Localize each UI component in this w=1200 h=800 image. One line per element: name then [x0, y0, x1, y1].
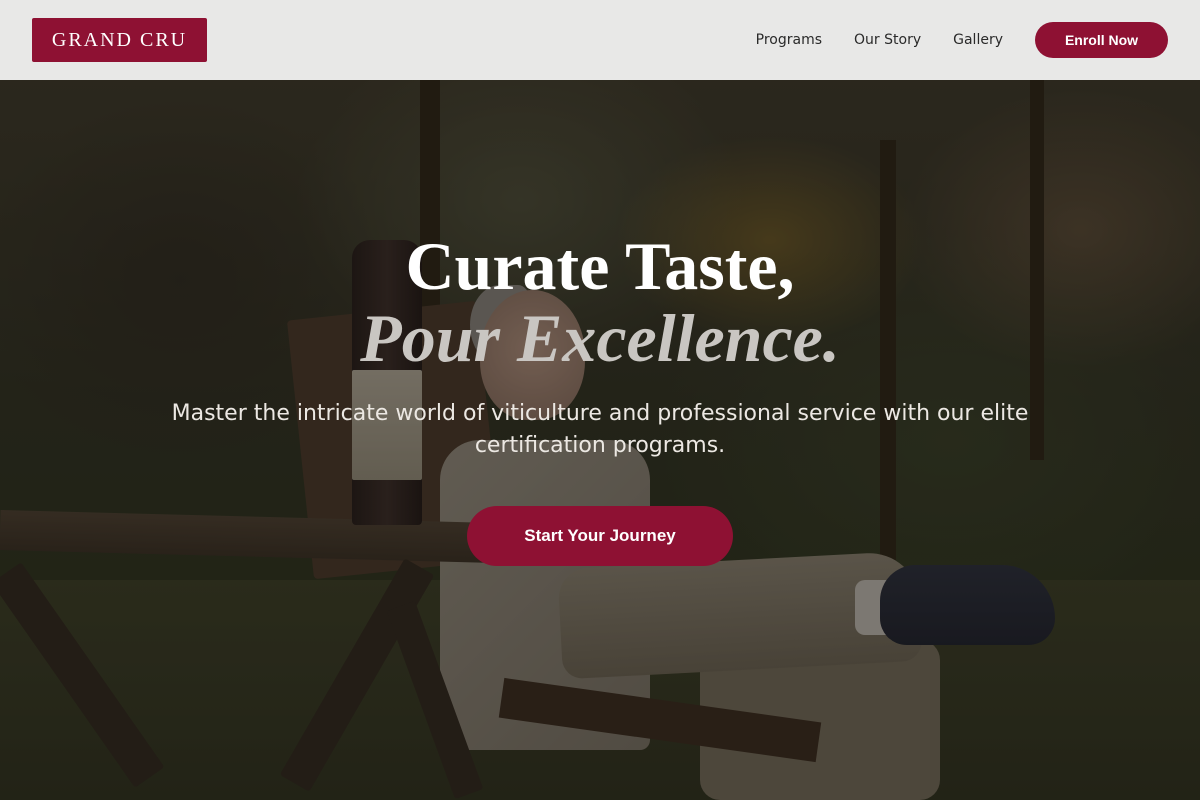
enroll-now-button[interactable]: Enroll Now [1035, 22, 1168, 58]
brand-logo[interactable]: GRAND CRU [32, 18, 207, 62]
nav-link-gallery[interactable]: Gallery [953, 32, 1003, 48]
hero-headline-line2: Pour Excellence. [360, 300, 840, 376]
start-journey-button[interactable]: Start Your Journey [467, 506, 733, 566]
brand-logo-text: GRAND CRU [51, 28, 188, 51]
top-navigation: GRAND CRU Programs Our Story Gallery Enr… [0, 0, 1200, 80]
hero-subtitle: Master the intricate world of viticultur… [171, 401, 1029, 458]
hero-content: Curate Taste, Pour Excellence. Master th… [0, 230, 1200, 566]
nav-menu: Programs Our Story Gallery Enroll Now [756, 22, 1168, 58]
nav-link-our-story[interactable]: Our Story [854, 32, 921, 48]
hero-headline-line1: Curate Taste, [405, 228, 795, 304]
hero-headline: Curate Taste, Pour Excellence. [0, 230, 1200, 374]
nav-link-programs[interactable]: Programs [756, 32, 822, 48]
